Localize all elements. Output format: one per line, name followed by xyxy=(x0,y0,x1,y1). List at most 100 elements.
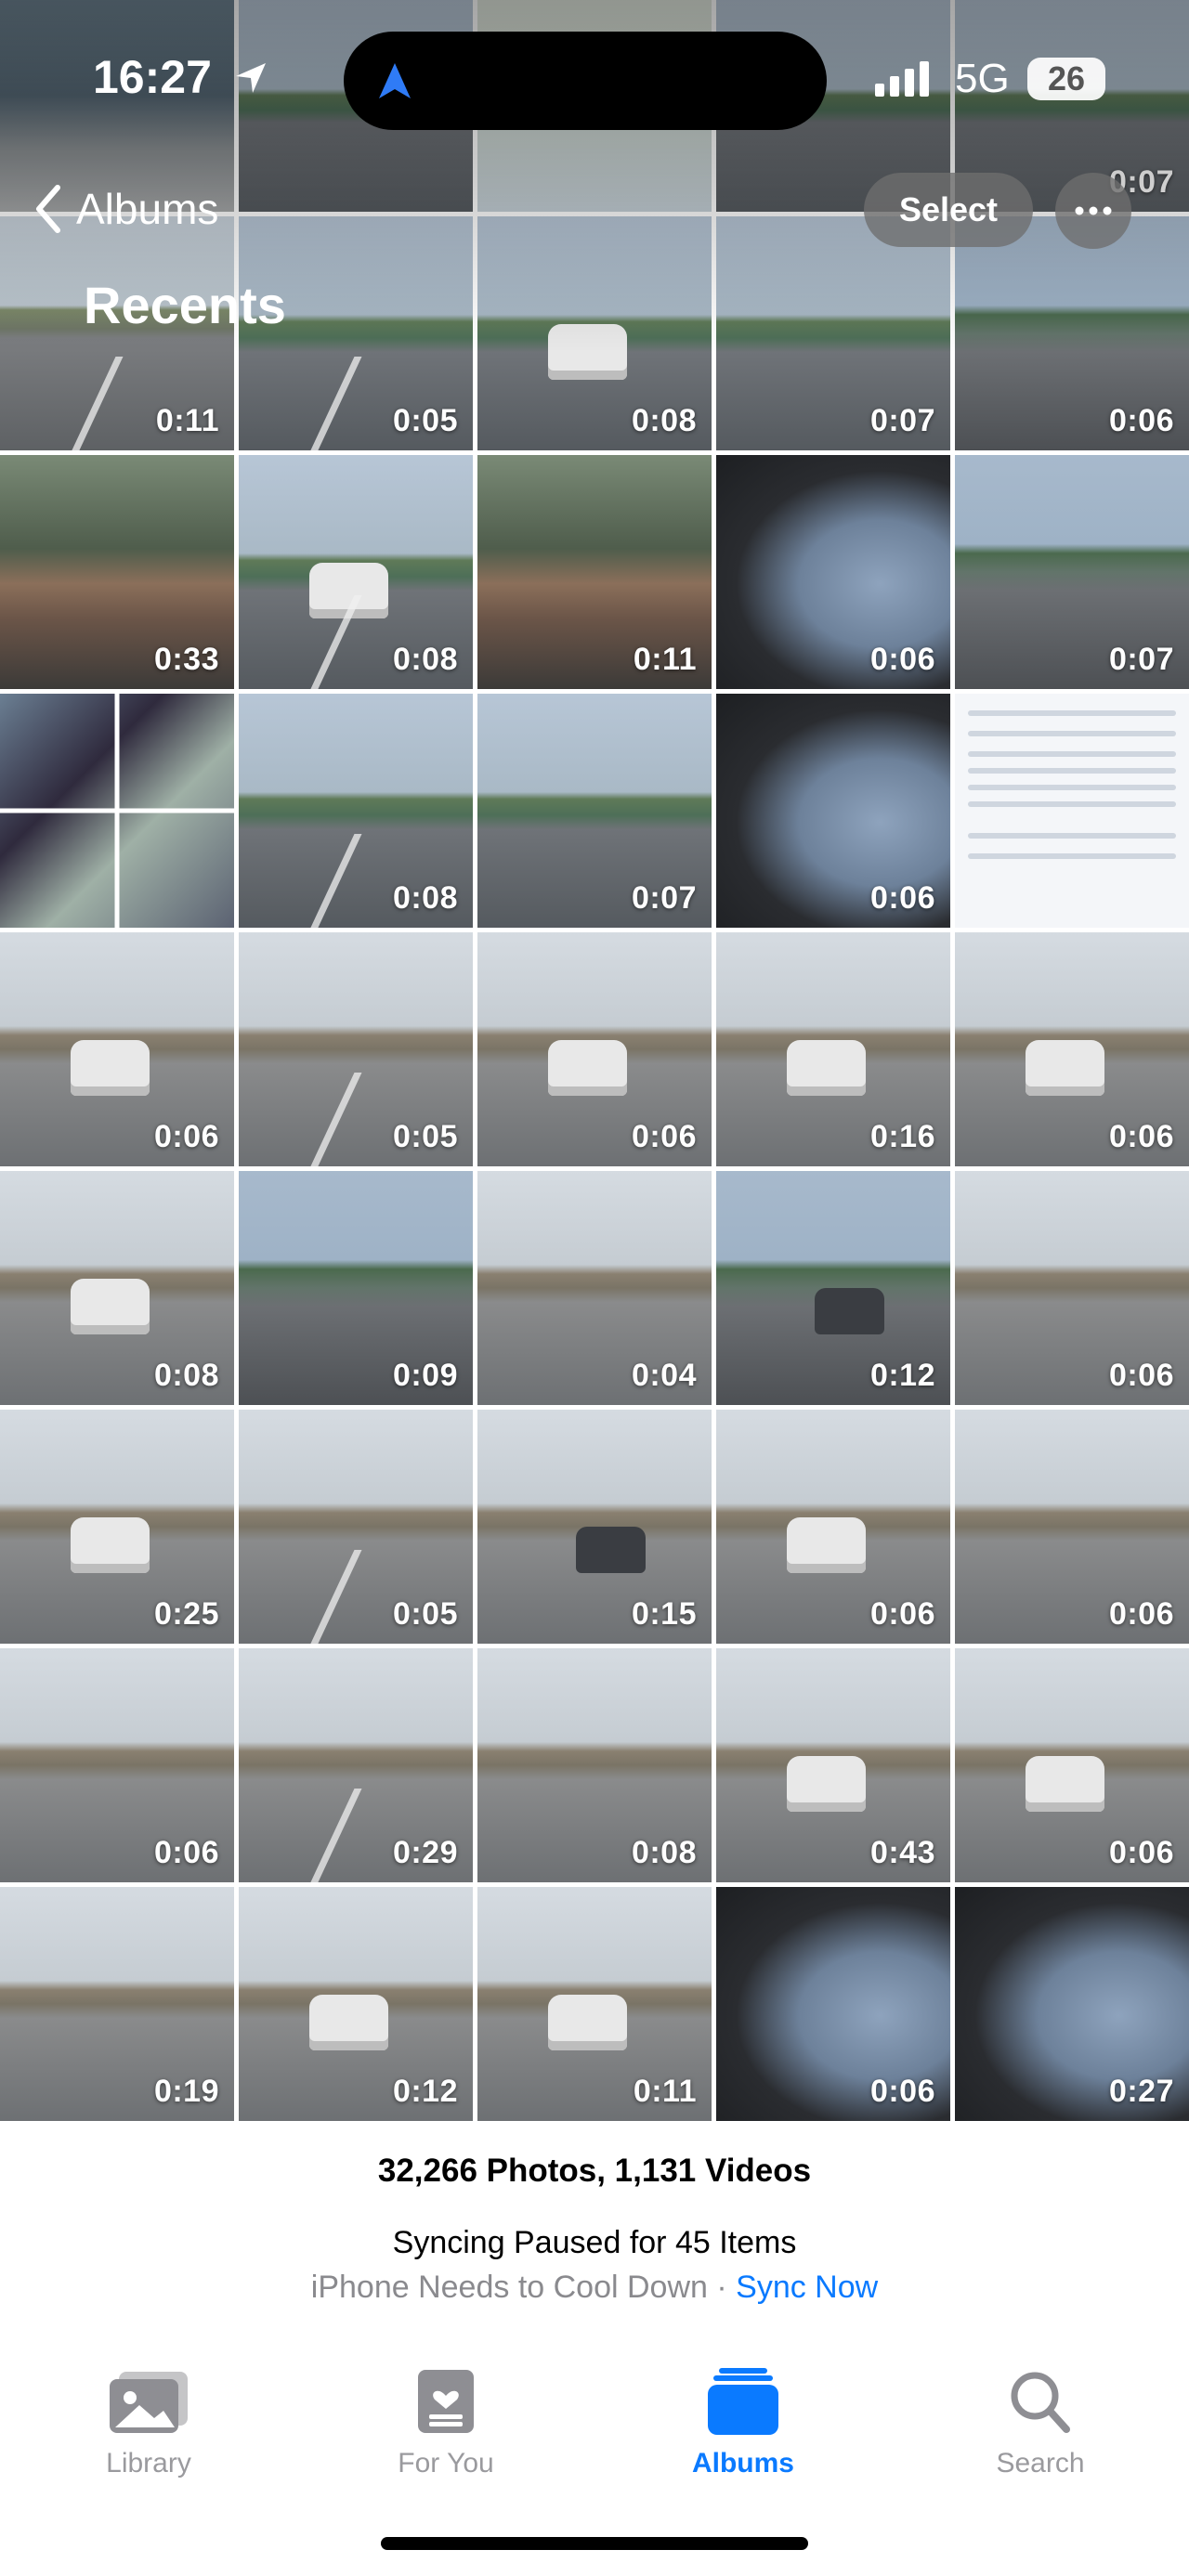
photo-thumbnail[interactable]: 0:06 xyxy=(955,932,1189,1166)
video-duration: 0:06 xyxy=(153,1835,219,1870)
video-duration: 0:12 xyxy=(392,2074,458,2109)
photo-thumbnail[interactable]: 0:25 xyxy=(0,1410,234,1644)
document-line xyxy=(968,833,1176,839)
video-duration: 0:05 xyxy=(392,1119,458,1154)
photo-thumbnail[interactable]: 0:16 xyxy=(716,932,950,1166)
photo-thumbnail[interactable]: 0:06 xyxy=(477,932,712,1166)
dynamic-island xyxy=(344,32,827,130)
photo-thumbnail[interactable]: 0:06 xyxy=(955,1171,1189,1405)
photo-thumbnail[interactable]: 0:29 xyxy=(239,1648,473,1882)
video-duration: 0:08 xyxy=(631,403,697,438)
back-button[interactable]: Albums xyxy=(32,178,218,240)
network-type: 5G xyxy=(955,56,1010,101)
photo-thumbnail[interactable]: 0:12 xyxy=(239,1887,473,2121)
video-duration: 0:06 xyxy=(631,1119,697,1154)
video-duration: 0:08 xyxy=(631,1835,697,1870)
photo-thumbnail[interactable]: 0:09 xyxy=(239,1171,473,1405)
video-duration: 0:43 xyxy=(869,1835,935,1870)
tab-search[interactable]: Search xyxy=(947,2349,1133,2479)
page-title: Recents xyxy=(84,276,286,334)
photo-thumbnail[interactable]: 0:06 xyxy=(955,1410,1189,1644)
photo-thumbnail[interactable]: 0:19 xyxy=(0,1887,234,2121)
photo-thumbnail[interactable]: 0:27 xyxy=(955,1887,1189,2121)
photo-thumbnail[interactable]: 0:05 xyxy=(239,1410,473,1644)
video-duration: 0:19 xyxy=(153,2074,219,2109)
video-duration: 0:11 xyxy=(155,403,219,438)
status-time: 16:27 xyxy=(93,51,212,103)
photo-thumbnail[interactable]: 0:08 xyxy=(0,1171,234,1405)
document-line xyxy=(968,768,1176,774)
video-duration: 0:12 xyxy=(869,1358,935,1393)
video-duration: 0:06 xyxy=(869,2074,935,2109)
photo-icon xyxy=(110,2372,188,2433)
select-button[interactable]: Select xyxy=(864,173,1033,247)
tab-label: Search xyxy=(996,2448,1085,2478)
photo-thumbnail[interactable]: 0:06 xyxy=(955,216,1189,450)
video-duration: 0:05 xyxy=(392,403,458,438)
video-duration: 0:06 xyxy=(869,642,935,677)
photo-thumbnail[interactable]: 0:06 xyxy=(955,1648,1189,1882)
video-duration: 0:11 xyxy=(633,642,697,677)
photo-thumbnail[interactable]: 0:04 xyxy=(477,1171,712,1405)
tab-for-you[interactable]: For You xyxy=(353,2349,539,2479)
document-line xyxy=(968,751,1176,757)
video-duration: 0:29 xyxy=(392,1835,458,1870)
photo-thumbnail[interactable]: 0:07 xyxy=(477,694,712,928)
more-options-button[interactable] xyxy=(1055,173,1131,249)
sync-now-link[interactable]: Sync Now xyxy=(736,2270,878,2305)
photo-thumbnail[interactable]: 0:08 xyxy=(477,1648,712,1882)
chevron-left-icon xyxy=(36,185,60,233)
photo-thumbnail[interactable]: 0:08 xyxy=(239,694,473,928)
video-duration: 0:06 xyxy=(1108,1358,1174,1393)
tab-label: Albums xyxy=(691,2448,794,2478)
sync-detail: iPhone Needs to Cool Down · Sync Now xyxy=(0,2270,1189,2306)
document-line xyxy=(968,853,1176,859)
albums-icon xyxy=(708,2368,778,2435)
photo-thumbnail[interactable]: 0:08 xyxy=(477,216,712,450)
video-duration: 0:27 xyxy=(1108,2074,1174,2109)
video-duration: 0:06 xyxy=(1108,1119,1174,1154)
document-line xyxy=(968,801,1176,807)
tab-label: Library xyxy=(106,2448,191,2478)
photo-thumbnail[interactable]: 0:15 xyxy=(477,1410,712,1644)
photo-thumbnail[interactable]: 0:06 xyxy=(0,1648,234,1882)
photo-thumbnail[interactable]: 0:12 xyxy=(716,1171,950,1405)
video-duration: 0:06 xyxy=(1108,403,1174,438)
ellipsis-icon xyxy=(1075,206,1112,215)
photo-thumbnail[interactable]: 0:06 xyxy=(0,932,234,1166)
library-counts: 32,266 Photos, 1,131 Videos xyxy=(377,2153,812,2189)
tab-library[interactable]: Library xyxy=(56,2349,242,2479)
document-line xyxy=(968,731,1176,736)
photo-thumbnail[interactable]: 0:06 xyxy=(716,694,950,928)
home-indicator xyxy=(381,2537,808,2550)
video-duration: 0:06 xyxy=(1108,1596,1174,1632)
photo-thumbnail[interactable]: 0:05 xyxy=(239,932,473,1166)
sync-status: Syncing Paused for 45 Items xyxy=(392,2225,797,2260)
photo-thumbnail[interactable]: 0:06 xyxy=(716,455,950,689)
video-duration: 0:11 xyxy=(633,2074,697,2109)
photo-thumbnail[interactable]: 0:11 xyxy=(477,1887,712,2121)
video-duration: 0:15 xyxy=(631,1596,697,1632)
photo-thumbnail[interactable]: 0:07 xyxy=(955,455,1189,689)
back-label: Albums xyxy=(76,185,219,233)
photo-thumbnail[interactable]: 0:07 xyxy=(716,216,950,450)
cellular-signal-icon xyxy=(875,61,929,97)
video-duration: 0:06 xyxy=(869,1596,935,1632)
photo-thumbnail[interactable]: 0:06 xyxy=(716,1887,950,2121)
tab-albums[interactable]: Albums xyxy=(650,2349,836,2479)
photo-thumbnail[interactable]: 0:08 xyxy=(239,455,473,689)
memories-icon xyxy=(418,2370,474,2433)
photo-thumbnail[interactable]: 0:06 xyxy=(716,1410,950,1644)
document-line xyxy=(968,785,1176,790)
video-duration: 0:08 xyxy=(153,1358,219,1393)
photo-thumbnail[interactable]: 0:43 xyxy=(716,1648,950,1882)
video-duration: 0:07 xyxy=(869,403,935,438)
video-duration: 0:06 xyxy=(869,880,935,916)
photo-thumbnail[interactable]: 0:33 xyxy=(0,455,234,689)
photo-thumbnail[interactable] xyxy=(955,694,1189,928)
search-icon xyxy=(1011,2372,1070,2433)
photo-thumbnail[interactable] xyxy=(0,694,234,928)
photo-thumbnail[interactable]: 0:11 xyxy=(477,455,712,689)
video-duration: 0:08 xyxy=(392,642,458,677)
video-duration: 0:04 xyxy=(631,1358,697,1393)
